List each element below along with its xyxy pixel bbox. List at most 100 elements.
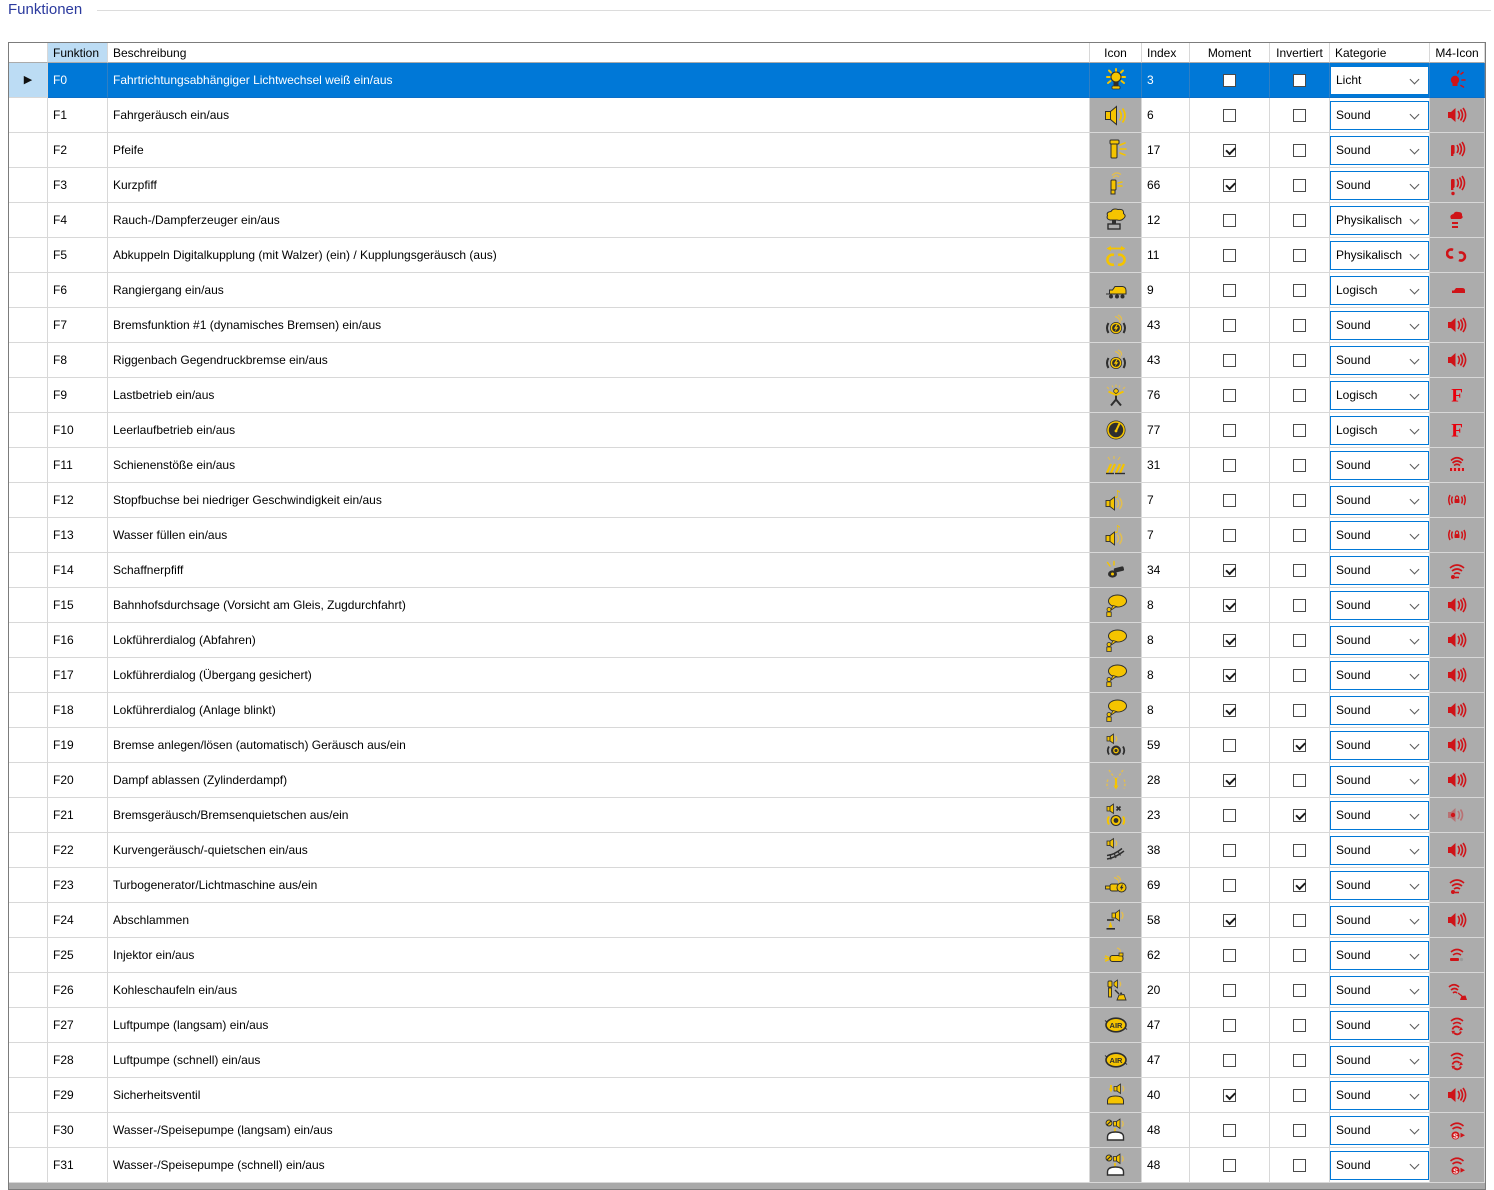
kategorie-select[interactable]: Sound <box>1330 940 1429 970</box>
row-selector[interactable] <box>9 413 48 448</box>
index-cell[interactable]: 8 <box>1142 588 1190 623</box>
invertiert-checkbox[interactable] <box>1293 73 1306 87</box>
funktion-cell[interactable]: F24 <box>48 903 108 938</box>
beschreibung-cell[interactable]: Riggenbach Gegendruckbremse ein/aus <box>108 343 1090 378</box>
index-cell[interactable]: 48 <box>1142 1148 1190 1183</box>
icon-cell[interactable] <box>1090 798 1142 833</box>
funktion-cell[interactable]: F21 <box>48 798 108 833</box>
icon-cell[interactable] <box>1090 973 1142 1008</box>
kategorie-select[interactable]: Sound <box>1330 555 1429 585</box>
moment-checkbox[interactable] <box>1223 598 1236 612</box>
funktion-cell[interactable]: F7 <box>48 308 108 343</box>
moment-checkbox[interactable] <box>1223 1123 1236 1137</box>
beschreibung-cell[interactable]: Injektor ein/aus <box>108 938 1090 973</box>
beschreibung-cell[interactable]: Kurzpfiff <box>108 168 1090 203</box>
funktion-cell[interactable]: F26 <box>48 973 108 1008</box>
moment-checkbox[interactable] <box>1223 843 1236 857</box>
m4-icon-cell[interactable] <box>1430 588 1485 623</box>
row-selector[interactable] <box>9 378 48 413</box>
kategorie-select[interactable]: Sound <box>1330 800 1429 830</box>
funktion-cell[interactable]: F30 <box>48 1113 108 1148</box>
row-selector[interactable] <box>9 343 48 378</box>
invertiert-cell[interactable] <box>1270 308 1330 343</box>
moment-cell[interactable] <box>1190 938 1270 973</box>
index-cell[interactable]: 28 <box>1142 763 1190 798</box>
moment-checkbox[interactable] <box>1223 248 1236 262</box>
funktion-cell[interactable]: F22 <box>48 833 108 868</box>
invertiert-checkbox[interactable] <box>1293 353 1306 367</box>
funktion-cell[interactable]: F9 <box>48 378 108 413</box>
funktion-cell[interactable]: F4 <box>48 203 108 238</box>
invertiert-checkbox[interactable] <box>1293 843 1306 857</box>
row-selector[interactable] <box>9 518 48 553</box>
invertiert-checkbox[interactable] <box>1293 738 1306 752</box>
index-cell[interactable]: 40 <box>1142 1078 1190 1113</box>
invertiert-cell[interactable] <box>1270 868 1330 903</box>
beschreibung-cell[interactable]: Schienenstöße ein/aus <box>108 448 1090 483</box>
beschreibung-cell[interactable]: Lokführerdialog (Anlage blinkt) <box>108 693 1090 728</box>
kategorie-select[interactable]: Sound <box>1330 870 1429 900</box>
m4-icon-cell[interactable] <box>1430 1078 1485 1113</box>
m4-icon-cell[interactable] <box>1430 203 1485 238</box>
moment-cell[interactable] <box>1190 1078 1270 1113</box>
icon-cell[interactable] <box>1090 1148 1142 1183</box>
beschreibung-cell[interactable]: Lastbetrieb ein/aus <box>108 378 1090 413</box>
kategorie-select[interactable]: Sound <box>1330 625 1429 655</box>
m4-icon-cell[interactable] <box>1430 518 1485 553</box>
row-selector[interactable] <box>9 238 48 273</box>
moment-cell[interactable] <box>1190 343 1270 378</box>
row-selector[interactable] <box>9 1148 48 1183</box>
icon-cell[interactable] <box>1090 903 1142 938</box>
invertiert-cell[interactable] <box>1270 378 1330 413</box>
moment-checkbox[interactable] <box>1223 1088 1236 1102</box>
invertiert-checkbox[interactable] <box>1293 213 1306 227</box>
invertiert-cell[interactable] <box>1270 413 1330 448</box>
m4-icon-cell[interactable] <box>1430 973 1485 1008</box>
row-selector[interactable] <box>9 133 48 168</box>
row-selector[interactable] <box>9 1078 48 1113</box>
invertiert-cell[interactable] <box>1270 1043 1330 1078</box>
icon-cell[interactable] <box>1090 378 1142 413</box>
kategorie-select[interactable]: Sound <box>1330 1115 1429 1145</box>
col-header-icon[interactable]: Icon <box>1090 43 1142 63</box>
moment-checkbox[interactable] <box>1223 1053 1236 1067</box>
beschreibung-cell[interactable]: Abschlammen <box>108 903 1090 938</box>
invertiert-checkbox[interactable] <box>1293 703 1306 717</box>
row-selector[interactable] <box>9 203 48 238</box>
invertiert-cell[interactable] <box>1270 203 1330 238</box>
moment-cell[interactable] <box>1190 833 1270 868</box>
m4-icon-cell[interactable] <box>1430 448 1485 483</box>
moment-checkbox[interactable] <box>1223 493 1236 507</box>
row-selector[interactable] <box>9 798 48 833</box>
beschreibung-cell[interactable]: Luftpumpe (langsam) ein/aus <box>108 1008 1090 1043</box>
moment-checkbox[interactable] <box>1223 353 1236 367</box>
index-cell[interactable]: 23 <box>1142 798 1190 833</box>
moment-checkbox[interactable] <box>1223 388 1236 402</box>
beschreibung-cell[interactable]: Stopfbuchse bei niedriger Geschwindigkei… <box>108 483 1090 518</box>
beschreibung-cell[interactable]: Pfeife <box>108 133 1090 168</box>
m4-icon-cell[interactable] <box>1430 868 1485 903</box>
index-cell[interactable]: 77 <box>1142 413 1190 448</box>
m4-icon-cell[interactable] <box>1430 168 1485 203</box>
kategorie-select[interactable]: Logisch <box>1330 380 1429 410</box>
row-selector[interactable]: ▶ <box>9 63 48 98</box>
m4-icon-cell[interactable] <box>1430 903 1485 938</box>
m4-icon-cell[interactable] <box>1430 693 1485 728</box>
moment-checkbox[interactable] <box>1223 913 1236 927</box>
invertiert-cell[interactable] <box>1270 693 1330 728</box>
funktion-cell[interactable]: F23 <box>48 868 108 903</box>
beschreibung-cell[interactable]: Kurvengeräusch/-quietschen ein/aus <box>108 833 1090 868</box>
beschreibung-cell[interactable]: Turbogenerator/Lichtmaschine aus/ein <box>108 868 1090 903</box>
invertiert-checkbox[interactable] <box>1293 1123 1306 1137</box>
icon-cell[interactable] <box>1090 448 1142 483</box>
beschreibung-cell[interactable]: Rauch-/Dampferzeuger ein/aus <box>108 203 1090 238</box>
row-selector[interactable] <box>9 693 48 728</box>
funktion-cell[interactable]: F2 <box>48 133 108 168</box>
col-header-m4-icon[interactable]: M4-Icon <box>1430 43 1485 63</box>
m4-icon-cell[interactable] <box>1430 1148 1485 1183</box>
beschreibung-cell[interactable]: Schaffnerpfiff <box>108 553 1090 588</box>
moment-checkbox[interactable] <box>1223 423 1236 437</box>
invertiert-cell[interactable] <box>1270 98 1330 133</box>
beschreibung-cell[interactable]: Wasser-/Speisepumpe (langsam) ein/aus <box>108 1113 1090 1148</box>
m4-icon-cell[interactable] <box>1430 833 1485 868</box>
